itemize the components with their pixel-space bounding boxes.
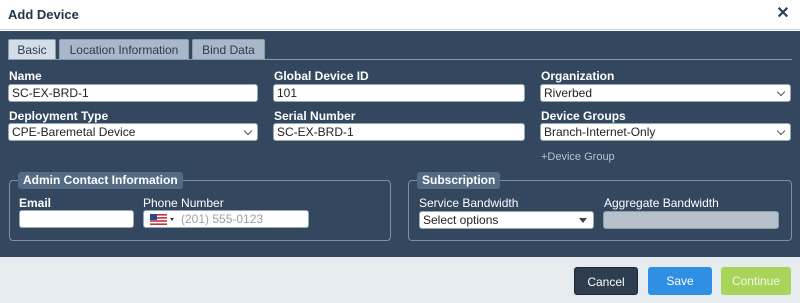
organization-label: Organization (541, 69, 615, 83)
aggregate-bandwidth-field (603, 211, 779, 229)
organization-select[interactable]: Riverbed (540, 84, 791, 102)
tab-bind-data[interactable]: Bind Data (192, 39, 265, 60)
admin-contact-section: Admin Contact Information Email Phone Nu… (9, 172, 391, 241)
continue-button[interactable]: Continue (721, 267, 791, 295)
subscription-section: Subscription Service Bandwidth Select op… (408, 172, 792, 241)
aggregate-bandwidth-label: Aggregate Bandwidth (604, 196, 719, 210)
name-input[interactable]: SC-EX-BRD-1 (8, 84, 258, 102)
dialog-footer: Cancel Save Continue (0, 257, 800, 303)
tab-location-information[interactable]: Location Information (59, 39, 189, 60)
device-groups-label: Device Groups (541, 109, 626, 123)
device-groups-select[interactable]: Branch-Internet-Only (540, 123, 791, 141)
global-device-id-input[interactable]: 101 (273, 84, 525, 102)
email-field[interactable] (19, 210, 134, 228)
service-bandwidth-value: Select options (423, 213, 499, 227)
serial-number-input[interactable]: SC-EX-BRD-1 (273, 123, 525, 141)
save-button[interactable]: Save (648, 267, 712, 295)
add-device-dialog: Add Device ✕ Basic Location Information … (0, 0, 800, 303)
tab-basic[interactable]: Basic (8, 39, 56, 60)
subscription-legend: Subscription (417, 172, 501, 189)
phone-number-field[interactable]: (201) 555-0123 (143, 210, 309, 228)
admin-contact-legend: Admin Contact Information (18, 172, 183, 189)
phone-placeholder: (201) 555-0123 (181, 212, 264, 226)
cancel-button[interactable]: Cancel (574, 267, 638, 295)
serial-number-label: Serial Number (274, 109, 356, 123)
dialog-title: Add Device (8, 7, 79, 22)
caret-down-icon (170, 218, 174, 221)
deployment-type-value: CPE-Baremetal Device (12, 125, 136, 139)
device-groups-value: Branch-Internet-Only (544, 125, 656, 139)
add-device-group-link[interactable]: +Device Group (541, 151, 615, 163)
name-label: Name (9, 69, 42, 83)
us-flag-icon[interactable] (150, 214, 167, 225)
tab-divider (8, 59, 792, 60)
email-label: Email (19, 196, 52, 210)
chevron-down-icon (776, 126, 786, 136)
global-device-id-label: Global Device ID (274, 69, 369, 83)
close-icon[interactable]: ✕ (776, 6, 790, 22)
caret-down-icon (579, 218, 587, 223)
service-bandwidth-select[interactable]: Select options (419, 211, 594, 229)
organization-value: Riverbed (544, 86, 593, 100)
service-bandwidth-label: Service Bandwidth (419, 196, 519, 210)
chevron-down-icon (776, 87, 786, 97)
chevron-down-icon (243, 126, 253, 136)
phone-number-label: Phone Number (143, 196, 224, 210)
dialog-body: Basic Location Information Bind Data Nam… (0, 31, 800, 257)
deployment-type-select[interactable]: CPE-Baremetal Device (8, 123, 258, 141)
dialog-header: Add Device ✕ (0, 0, 800, 30)
deployment-type-label: Deployment Type (9, 109, 109, 123)
